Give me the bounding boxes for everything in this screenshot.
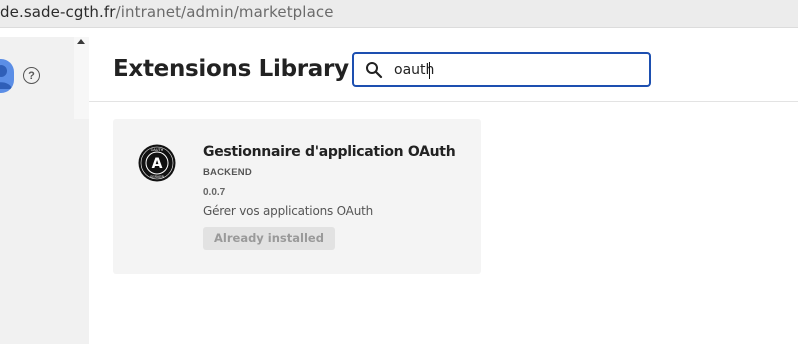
oauth-logo-icon: A OAUTH SERVER — [138, 144, 176, 182]
user-avatar-icon[interactable] — [0, 59, 14, 93]
sidebar-scrollbar[interactable] — [74, 37, 89, 119]
left-rail — [0, 119, 89, 344]
extension-name: Gestionnaire d'application OAuth — [203, 144, 456, 160]
url-host: de.sade-cgth.fr — [0, 3, 116, 21]
help-glyph: ? — [28, 69, 35, 82]
help-circle-icon[interactable]: ? — [23, 67, 40, 84]
oauth-logo-bottom-text: SERVER — [150, 175, 165, 179]
oauth-logo-top-text: OAUTH — [151, 148, 164, 152]
oauth-logo-letter: A — [152, 156, 163, 172]
url-text[interactable]: de.sade-cgth.fr/intranet/admin/marketpla… — [0, 3, 334, 21]
search-icon — [366, 62, 383, 79]
extension-version: 0.0.7 — [203, 187, 226, 198]
url-path: /intranet/admin/marketplace — [115, 3, 334, 21]
search-input[interactable] — [394, 58, 634, 82]
extension-card[interactable]: A OAUTH SERVER Gestionnaire d'applicatio… — [113, 119, 481, 274]
sidebar: ? — [0, 37, 74, 119]
page-header: Extensions Library — [89, 37, 798, 102]
scroll-up-arrow-icon[interactable] — [77, 39, 85, 44]
extension-type: BACKEND — [203, 167, 252, 178]
page-title: Extensions Library — [113, 56, 349, 82]
main-content: A OAUTH SERVER Gestionnaire d'applicatio… — [89, 103, 798, 344]
browser-url-bar[interactable]: de.sade-cgth.fr/intranet/admin/marketpla… — [0, 0, 798, 28]
extension-description: Gérer vos applications OAuth — [203, 204, 374, 218]
text-cursor — [429, 62, 430, 79]
search-box[interactable] — [352, 52, 651, 87]
already-installed-button[interactable]: Already installed — [203, 227, 335, 250]
